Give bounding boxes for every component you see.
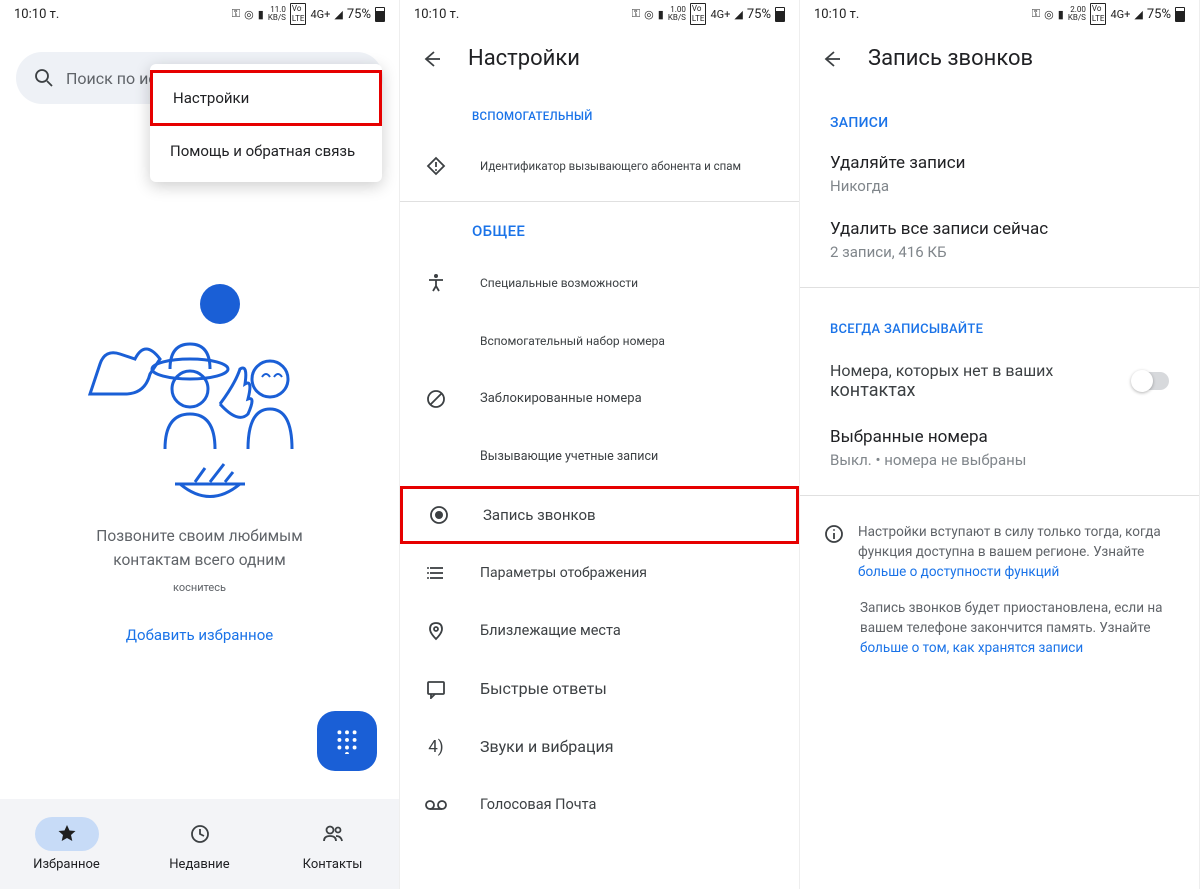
status-bar: 10:10 т. ⚿ ◎ ▮ 1.00KB/S VoLTE 4G+◢ 75% bbox=[400, 0, 799, 28]
list-icon bbox=[426, 563, 446, 583]
alert-icon bbox=[426, 156, 446, 176]
chat-icon bbox=[426, 679, 446, 699]
nav-recents[interactable]: Недавние bbox=[133, 799, 266, 889]
nav-contacts[interactable]: Контакты bbox=[266, 799, 399, 889]
sounds-icon: 4) bbox=[428, 737, 443, 757]
back-icon[interactable] bbox=[420, 48, 442, 70]
status-time: 10:10 т. bbox=[414, 7, 459, 22]
app-bar: Настройки bbox=[400, 28, 799, 95]
setting-assisted-dialing[interactable]: Вспомогательный набор номера bbox=[400, 312, 799, 370]
overflow-menu: Настройки Помощь и обратная связь bbox=[150, 64, 382, 182]
key-icon: ⚿ bbox=[232, 7, 240, 21]
hotspot-icon: ◎ bbox=[1044, 8, 1054, 21]
empty-illustration bbox=[70, 274, 330, 504]
vibrate-icon: ▮ bbox=[1058, 8, 1064, 21]
setting-unknown-numbers[interactable]: Номера, которых нет в ваших контактах bbox=[800, 347, 1199, 415]
search-icon bbox=[34, 68, 54, 88]
page-title: Настройки bbox=[468, 46, 580, 71]
hotspot-icon: ◎ bbox=[644, 8, 654, 21]
nav-favorites[interactable]: Избранное bbox=[0, 799, 133, 889]
setting-quick-responses[interactable]: Быстрые ответы bbox=[400, 660, 799, 718]
contacts-icon bbox=[322, 824, 344, 844]
toggle-unknown-numbers[interactable] bbox=[1133, 372, 1169, 390]
vibrate-icon: ▮ bbox=[658, 8, 664, 21]
section-auxiliary: ВСПОМОГАТЕЛЬНЫЙ bbox=[400, 95, 799, 137]
link-availability[interactable]: больше о доступности функций bbox=[858, 564, 1059, 580]
setting-nearby-places[interactable]: Близлежащие места bbox=[400, 602, 799, 660]
accessibility-icon bbox=[426, 273, 446, 293]
setting-blocked-numbers[interactable]: Заблокированные номера bbox=[400, 370, 799, 428]
key-icon: ⚿ bbox=[1032, 7, 1040, 21]
setting-display-options[interactable]: Параметры отображения bbox=[400, 544, 799, 602]
info-storage: Запись звонков будет приостановлена, есл… bbox=[800, 590, 1199, 666]
battery-icon bbox=[375, 7, 385, 22]
block-icon bbox=[426, 389, 446, 409]
section-always-record: ВСЕГДА ЗАПИСЫВАЙТЕ bbox=[800, 302, 1199, 347]
vibrate-icon: ▮ bbox=[258, 8, 264, 21]
setting-call-recording[interactable]: Запись звонков bbox=[400, 486, 799, 544]
status-bar: 10:10 т. ⚿ ◎ ▮ 2.00KB/S VoLTE 4G+◢ 75% bbox=[800, 0, 1199, 28]
voicemail-icon bbox=[425, 798, 447, 812]
location-icon bbox=[426, 621, 446, 641]
section-recordings: ЗАПИСИ bbox=[800, 95, 1199, 141]
battery-text: 75% bbox=[347, 7, 371, 22]
section-general: ОБЩЕЕ bbox=[400, 208, 799, 254]
bottom-nav: Избранное Недавние Контакты bbox=[0, 799, 399, 889]
setting-caller-id[interactable]: Идентификатор вызывающего абонента и спа… bbox=[400, 137, 799, 195]
status-time: 10:10 т. bbox=[814, 7, 859, 22]
back-icon[interactable] bbox=[820, 48, 842, 70]
net-speed: 11.0KB/S bbox=[268, 6, 286, 22]
setting-accessibility[interactable]: Специальные возможности bbox=[400, 254, 799, 312]
info-icon bbox=[824, 524, 844, 544]
setting-delete-all[interactable]: Удалить все записи сейчас 2 записи, 416 … bbox=[800, 207, 1199, 273]
setting-calling-accounts[interactable]: Вызывающие учетные записи bbox=[400, 428, 799, 486]
dialpad-icon bbox=[334, 728, 360, 754]
signal-bars-icon: ◢ bbox=[334, 8, 342, 21]
add-favorite-link[interactable]: Добавить избранное bbox=[0, 626, 399, 644]
battery-icon bbox=[1175, 7, 1185, 22]
vo-badge: VoLTE bbox=[290, 3, 307, 25]
menu-item-help[interactable]: Помощь и обратная связь bbox=[150, 126, 382, 176]
setting-selected-numbers[interactable]: Выбранные номера Выкл. • номера не выбра… bbox=[800, 415, 1199, 481]
status-time: 10:10 т. bbox=[14, 7, 59, 22]
link-storage[interactable]: больше о том, как хранятся записи bbox=[860, 640, 1083, 656]
dialpad-fab[interactable] bbox=[317, 711, 377, 771]
page-title: Запись звонков bbox=[868, 46, 1033, 71]
record-icon bbox=[429, 505, 449, 525]
clock-icon bbox=[190, 824, 210, 844]
battery-icon bbox=[775, 7, 785, 22]
star-icon bbox=[57, 824, 77, 844]
screen-call-recording: 10:10 т. ⚿ ◎ ▮ 2.00KB/S VoLTE 4G+◢ 75% З… bbox=[800, 0, 1200, 889]
menu-item-settings[interactable]: Настройки bbox=[150, 70, 382, 126]
status-bar: 10:10 т. ⚿ ◎ ▮ 11.0KB/S VoLTE 4G+ ◢ 75% bbox=[0, 0, 399, 28]
signal-icon: 4G+ bbox=[310, 8, 330, 21]
setting-delete-recordings[interactable]: Удаляйте записи Никогда bbox=[800, 141, 1199, 207]
setting-voicemail[interactable]: Голосовая Почта bbox=[400, 776, 799, 834]
hotspot-icon: ◎ bbox=[244, 8, 254, 21]
screen-settings: 10:10 т. ⚿ ◎ ▮ 1.00KB/S VoLTE 4G+◢ 75% Н… bbox=[400, 0, 800, 889]
screen-favorites: 10:10 т. ⚿ ◎ ▮ 11.0KB/S VoLTE 4G+ ◢ 75% … bbox=[0, 0, 400, 889]
status-indicators: ⚿ ◎ ▮ 11.0KB/S VoLTE 4G+ ◢ 75% bbox=[232, 3, 385, 25]
promo-text: Позвоните своим любимым контактам всего … bbox=[0, 524, 399, 600]
setting-sounds[interactable]: 4) Звуки и вибрация bbox=[400, 718, 799, 776]
app-bar: Запись звонков bbox=[800, 28, 1199, 95]
info-availability: Настройки вступают в силу только тогда, … bbox=[800, 510, 1199, 590]
key-icon: ⚿ bbox=[632, 7, 640, 21]
